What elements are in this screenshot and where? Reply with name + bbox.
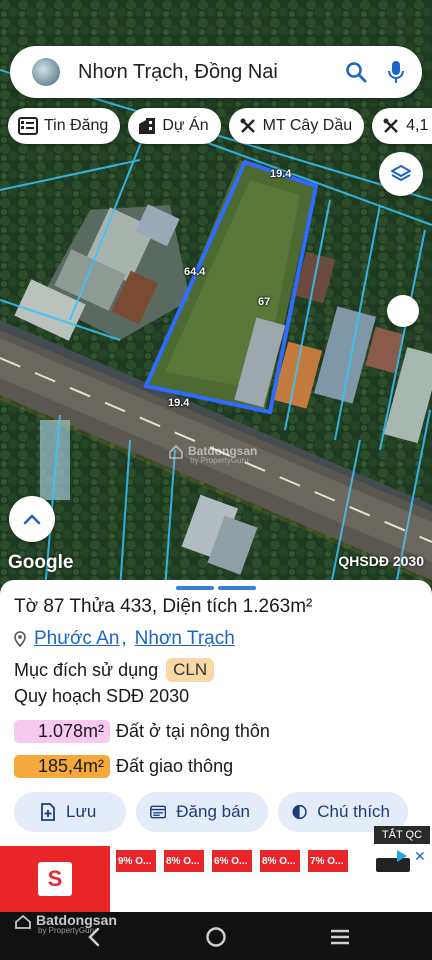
sell-button[interactable]: Đăng bán: [136, 792, 268, 832]
screen: 19.4 64.4 67 19.4 Batdongsan by Property…: [0, 0, 432, 960]
parcel-info-sheet: Tờ 87 Thửa 433, Diện tích 1.263m² Phước …: [0, 580, 432, 846]
map-watermark: Batdongsan by PropertyGuru: [168, 444, 268, 465]
chip-label: 4,1 ha: [406, 117, 432, 134]
recents-button[interactable]: [326, 926, 354, 948]
listing-icon: [18, 117, 38, 135]
action-buttons: Lưu Đăng bán Chú thích: [14, 792, 408, 832]
parcel-title: Tờ 87 Thửa 433, Diện tích 1.263m²: [14, 596, 313, 617]
district-link[interactable]: Nhơn Trạch: [135, 628, 235, 650]
layers-icon: [391, 165, 411, 181]
back-icon: [88, 927, 100, 947]
chip-label: MT Cây Dầu: [262, 117, 353, 134]
plan-layer-label: QHSDĐ 2030: [338, 553, 424, 569]
location-dot-button[interactable]: [387, 295, 419, 327]
save-button[interactable]: Lưu: [14, 792, 126, 832]
home-button[interactable]: [202, 926, 230, 948]
contrast-icon: [292, 804, 307, 820]
system-nav-bar: Batdongsan by PropertyGuru: [0, 912, 432, 960]
ad-tile: 7% O...: [308, 850, 348, 872]
purpose-row: Mục đích sử dụng CLN: [14, 658, 215, 682]
legend-label: Chú thích: [317, 802, 390, 821]
ad-tile: 8% O...: [164, 850, 204, 872]
dimension-right: 67: [258, 296, 271, 308]
filter-chips: Tin Đăng Dự Án MT Cây Dầu 4,1 ha: [8, 108, 432, 144]
watermark-logo-icon: [15, 914, 31, 929]
dimension-left: 64.4: [184, 266, 206, 278]
pin-x-icon: [240, 118, 255, 133]
area-label: Đất giao thông: [116, 756, 234, 776]
ad-tiles: 9% O... 8% O... 6% O... 8% O... 7% O...: [116, 850, 348, 872]
purpose-code-badge: CLN: [166, 658, 215, 682]
save-label: Lưu: [66, 802, 97, 821]
menu-icon: [331, 929, 349, 945]
listing-icon: [150, 805, 167, 819]
chevron-up-icon: [23, 514, 41, 525]
pin-x-icon: [383, 118, 398, 133]
watermark-logo-icon: [169, 444, 183, 459]
search-bar[interactable]: Nhơn Trạch, Đồng Nai: [10, 46, 422, 98]
sell-label: Đăng bán: [176, 802, 250, 821]
save-icon: [41, 803, 55, 821]
chip-label: Tin Đăng: [44, 117, 109, 134]
search-icon[interactable]: [336, 52, 376, 92]
area-value: 185,4m²: [14, 755, 110, 778]
ad-logo: S: [0, 846, 110, 912]
ad-tile: 9% O...: [116, 850, 156, 872]
layers-button[interactable]: [379, 152, 423, 196]
chip-listings[interactable]: Tin Đăng: [8, 108, 121, 144]
area-row-traffic: 185,4m² Đất giao thông: [14, 755, 233, 778]
ad-close-button[interactable]: TẮT QC: [374, 826, 430, 844]
google-logo: Google: [8, 552, 74, 573]
ward-link[interactable]: Phước An: [34, 628, 119, 650]
mic-icon[interactable]: [376, 52, 416, 92]
plan-title: Quy hoạch SDĐ 2030: [14, 686, 190, 706]
dimension-top: 19.4: [270, 168, 292, 180]
ad-banner[interactable]: S 9% O... 8% O... 6% O... 8% O... 7% O..…: [0, 846, 432, 912]
ad-dismiss-icon[interactable]: ✕: [414, 848, 426, 865]
search-input[interactable]: Nhơn Trạch, Đồng Nai: [78, 61, 336, 84]
ad-tile: 8% O...: [260, 850, 300, 872]
area-value: 1.078m²: [14, 720, 110, 743]
ad-choices-icon[interactable]: [394, 848, 410, 864]
area-row-residential: 1.078m² Đất ở tại nông thôn: [14, 720, 270, 743]
ad-logo-letter: S: [38, 862, 72, 896]
sheet-drag-handle[interactable]: [176, 586, 256, 590]
chip-area[interactable]: 4,1 ha: [372, 108, 432, 144]
chip-label: Dự Án: [162, 117, 209, 134]
dimension-bottom: 19.4: [168, 397, 190, 409]
location-row: Phước An, Nhơn Trạch: [14, 628, 235, 650]
home-icon: [206, 927, 226, 947]
expand-up-button[interactable]: [9, 496, 55, 542]
chip-cay-dau[interactable]: MT Cây Dầu: [228, 108, 365, 144]
avatar[interactable]: [32, 58, 60, 86]
building-icon: [139, 118, 156, 134]
chip-projects[interactable]: Dự Án: [128, 108, 221, 144]
area-label: Đất ở tại nông thôn: [116, 721, 270, 741]
location-pin-icon: [14, 631, 26, 647]
back-button[interactable]: [80, 926, 108, 948]
purpose-label: Mục đích sử dụng: [14, 659, 159, 680]
ad-tile: 6% O...: [212, 850, 252, 872]
